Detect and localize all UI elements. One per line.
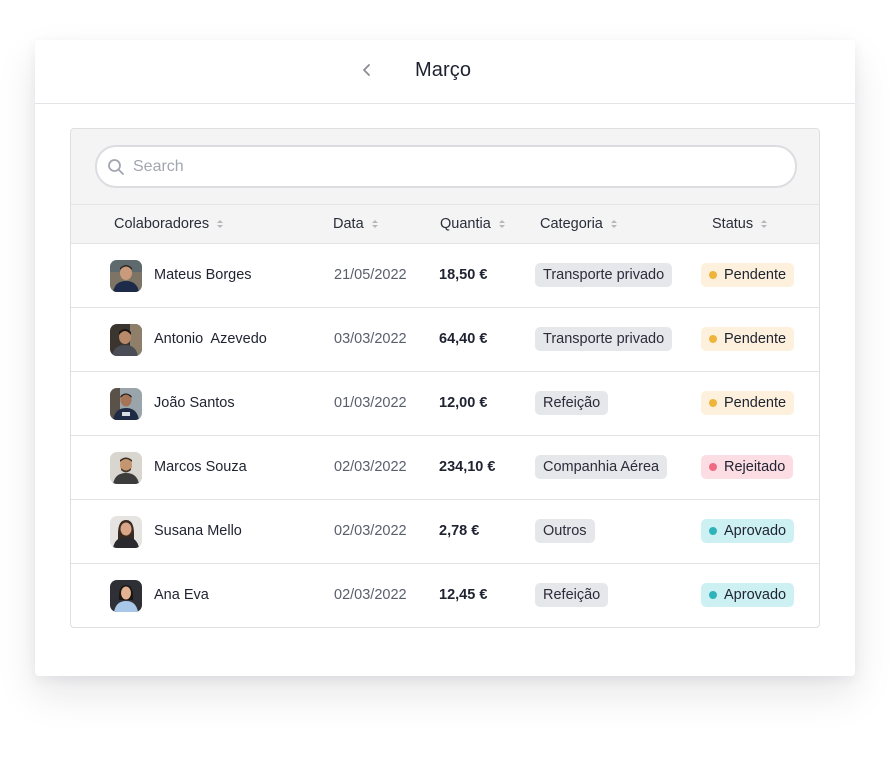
- table-row[interactable]: Mateus Borges 21/05/2022 18,50 € Transpo…: [71, 244, 819, 308]
- category-badge: Transporte privado: [535, 263, 673, 287]
- status-dot-icon: [709, 463, 717, 471]
- collaborator-name: Antonio Azevedo: [154, 331, 267, 347]
- expenses-card: Março Colaboradores Data: [35, 40, 855, 676]
- back-button[interactable]: [357, 62, 377, 82]
- expense-date: 02/03/2022: [334, 523, 407, 539]
- category-badge: Transporte privado: [535, 327, 673, 351]
- status-badge: Pendente: [701, 391, 795, 415]
- search-box[interactable]: [95, 145, 797, 188]
- column-label: Status: [712, 216, 754, 232]
- category-badge: Refeição: [535, 583, 609, 607]
- expense-amount: 2,78 €: [439, 523, 480, 539]
- avatar: [110, 516, 142, 548]
- collaborator-name: Marcos Souza: [154, 459, 247, 475]
- table-header: Colaboradores Data Quantia Categoria Sta…: [71, 205, 819, 244]
- column-label: Quantia: [440, 216, 491, 232]
- expense-date: 21/05/2022: [334, 267, 407, 283]
- expense-date: 01/03/2022: [334, 395, 407, 411]
- status-badge: Rejeitado: [701, 455, 794, 479]
- expense-date: 02/03/2022: [334, 587, 407, 603]
- collaborator-name: Ana Eva: [154, 587, 209, 603]
- sort-icon: [371, 220, 378, 228]
- expense-amount: 234,10 €: [439, 459, 496, 475]
- chevron-left-icon: [361, 62, 373, 83]
- table-row[interactable]: Ana Eva 02/03/2022 12,45 € Refeição Apro…: [71, 564, 819, 627]
- expenses-table-panel: Colaboradores Data Quantia Categoria Sta…: [70, 128, 820, 628]
- expense-amount: 12,45 €: [439, 587, 488, 603]
- search-input[interactable]: [131, 156, 775, 177]
- status-label: Pendente: [724, 395, 787, 411]
- table-row[interactable]: Susana Mello 02/03/2022 2,78 € Outros Ap…: [71, 500, 819, 564]
- expense-date: 02/03/2022: [334, 459, 407, 475]
- status-badge: Aprovado: [701, 519, 795, 543]
- status-dot-icon: [709, 591, 717, 599]
- avatar: [110, 260, 142, 292]
- column-header-status[interactable]: Status: [712, 216, 768, 232]
- avatar: [110, 580, 142, 612]
- status-badge: Pendente: [701, 327, 795, 351]
- collaborator-name: Mateus Borges: [154, 267, 252, 283]
- avatar: [110, 324, 142, 356]
- status-dot-icon: [709, 271, 717, 279]
- sort-icon: [610, 220, 617, 228]
- status-label: Pendente: [724, 267, 787, 283]
- column-header-categoria[interactable]: Categoria: [540, 216, 617, 232]
- category-badge: Refeição: [535, 391, 609, 415]
- expense-date: 03/03/2022: [334, 331, 407, 347]
- table-row[interactable]: Marcos Souza 02/03/2022 234,10 € Companh…: [71, 436, 819, 500]
- header: Março: [35, 40, 855, 104]
- status-dot-icon: [709, 527, 717, 535]
- column-header-colaboradores[interactable]: Colaboradores: [114, 216, 224, 232]
- table-row[interactable]: João Santos 01/03/2022 12,00 € Refeição …: [71, 372, 819, 436]
- status-label: Rejeitado: [724, 459, 786, 475]
- expense-amount: 12,00 €: [439, 395, 488, 411]
- column-header-quantia[interactable]: Quantia: [440, 216, 505, 232]
- status-dot-icon: [709, 335, 717, 343]
- page-title: Março: [415, 59, 472, 81]
- avatar: [110, 388, 142, 420]
- sort-icon: [498, 220, 505, 228]
- column-label: Data: [333, 216, 364, 232]
- category-badge: Companhia Aérea: [535, 455, 668, 479]
- collaborator-name: Susana Mello: [154, 523, 242, 539]
- status-label: Aprovado: [724, 523, 787, 539]
- status-dot-icon: [709, 399, 717, 407]
- table-row[interactable]: Antonio Azevedo 03/03/2022 64,40 € Trans…: [71, 308, 819, 372]
- expense-amount: 18,50 €: [439, 267, 488, 283]
- status-label: Pendente: [724, 331, 787, 347]
- collaborator-name: João Santos: [154, 395, 235, 411]
- category-badge: Outros: [535, 519, 595, 543]
- status-badge: Aprovado: [701, 583, 795, 607]
- sort-icon: [761, 220, 768, 228]
- status-badge: Pendente: [701, 263, 795, 287]
- search-area: [71, 129, 819, 205]
- search-icon: [107, 158, 125, 176]
- column-label: Categoria: [540, 216, 603, 232]
- expense-amount: 64,40 €: [439, 331, 488, 347]
- sort-icon: [217, 220, 224, 228]
- avatar: [110, 452, 142, 484]
- column-header-data[interactable]: Data: [333, 216, 378, 232]
- status-label: Aprovado: [724, 587, 787, 603]
- column-label: Colaboradores: [114, 216, 210, 232]
